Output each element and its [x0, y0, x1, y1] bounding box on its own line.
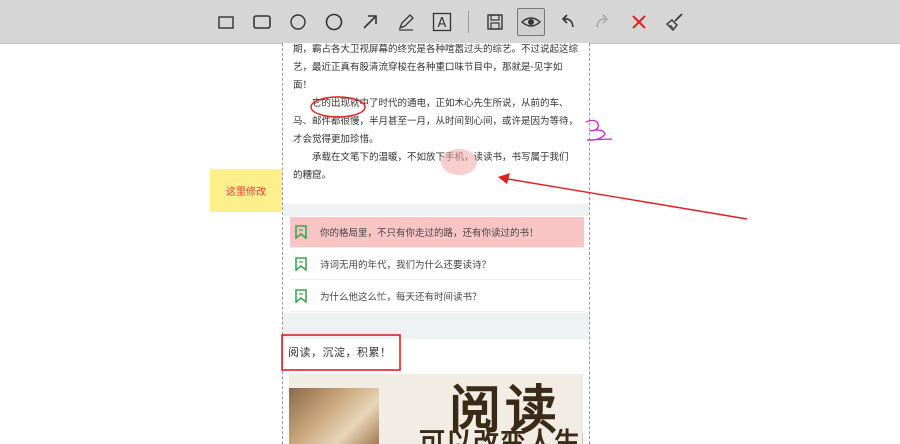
banner-subheading: 可以改变人生的 — [419, 428, 583, 444]
undo-tool[interactable] — [553, 8, 581, 36]
pencil-icon — [398, 13, 414, 31]
sticky-note-text: 这里修改 — [226, 187, 266, 198]
svg-text:A: A — [437, 16, 446, 31]
redo-tool[interactable] — [589, 8, 617, 36]
bookmark-icon — [295, 225, 307, 239]
article-line: 才会觉得更加珍惜。 — [293, 134, 379, 145]
list-item[interactable]: 你的格局里，不只有你走过的路，还有你读过的书！ — [290, 217, 584, 248]
bookmark-icon — [295, 289, 307, 303]
document-page: 期，霸占各大卫视屏幕的终究是各种喧嚣过头的综艺。不过说起这综 艺，最近正真有股清… — [282, 43, 590, 444]
pencil-tool[interactable] — [392, 8, 420, 36]
article-line: 面！ — [293, 80, 313, 91]
list-item-text: 为什么他这么忙，每天还有时间读书？ — [320, 292, 482, 303]
circled-phrase: 它的出现就 — [312, 98, 360, 109]
sticky-note[interactable]: 这里修改 — [210, 169, 282, 212]
article-paragraph: 它的出现就中了时代的通电，正如木心先生所说，从前的车、 — [293, 95, 585, 113]
rectangle-outline-icon — [217, 15, 234, 29]
text-icon: A — [432, 12, 451, 31]
list-item[interactable]: 诗词无用的年代，我们为什么还要读诗？ — [290, 249, 584, 280]
article-text: 承载在文笔下的温暖，不如放 — [312, 152, 436, 163]
article-line: 艺，最近正真有股清流穿梭在各种重口味节目中，那就是-见字如 — [293, 62, 563, 73]
save-icon — [486, 13, 503, 30]
section-divider — [283, 204, 589, 216]
bookmark-icon — [295, 257, 307, 271]
eye-icon — [520, 16, 541, 27]
ellipse-outline-icon — [289, 13, 306, 30]
highlighted-phrase: 下手机 — [435, 152, 465, 163]
ellipse-icon — [325, 13, 342, 30]
toolbar-divider — [467, 10, 469, 33]
article-line: 马、邮件都很慢，半月甚至一月，从时间到心间，或许是因为等待， — [293, 116, 579, 127]
rectangle-icon — [252, 14, 271, 29]
section-title: 阅读，沉淀，积累！ — [288, 346, 392, 359]
article-line: 的糟窟。 — [293, 170, 332, 181]
ellipse-outline-tool[interactable] — [284, 8, 312, 36]
text-tool[interactable]: A — [428, 8, 456, 36]
banner-image: 阅读 可以改变人生的 — [289, 374, 583, 444]
redo-icon — [595, 13, 608, 27]
rectangle-outline-tool[interactable] — [212, 8, 240, 36]
ellipse-tool[interactable] — [320, 8, 348, 36]
article-body: 期，霸占各大卫视屏幕的终究是各种喧嚣过头的综艺。不过说起这综 艺，最近正真有股清… — [293, 41, 585, 185]
preview-tool[interactable] — [516, 7, 545, 36]
list-item-text: 你的格局里，不只有你走过的路，还有你读过的书！ — [320, 228, 539, 239]
banner-figure — [289, 388, 379, 444]
arrow-icon — [362, 14, 377, 29]
close-icon — [631, 14, 646, 29]
undo-icon — [561, 13, 574, 27]
article-text: ，读读书，书写属于我们 — [464, 152, 569, 163]
close-tool[interactable] — [625, 8, 653, 36]
annotation-toolbar: A — [0, 0, 900, 44]
list-item-text: 诗词无用的年代，我们为什么还要读诗？ — [320, 260, 492, 271]
article-paragraph: 承载在文笔下的温暖，不如放下手机，读读书，书写属于我们 — [293, 149, 585, 167]
rectangle-tool[interactable] — [248, 8, 276, 36]
broom-icon — [665, 12, 683, 31]
list-item[interactable]: 为什么他这么忙，每天还有时间读书？ — [290, 281, 584, 312]
arrow-tool[interactable] — [356, 8, 384, 36]
save-tool[interactable] — [481, 8, 509, 36]
article-text: 中了时代的通电，正如木心先生所说，从前的车、 — [359, 98, 569, 109]
article-line: 期，霸占各大卫视屏幕的终究是各种喧嚣过头的综艺。不过说起这综 — [293, 44, 579, 55]
clear-tool[interactable] — [661, 8, 689, 36]
